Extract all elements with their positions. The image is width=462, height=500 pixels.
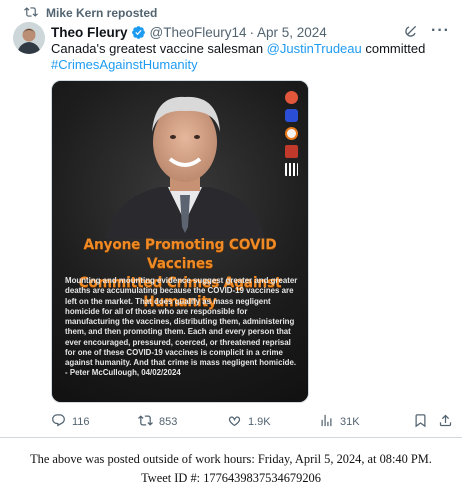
bookmark-icon: [413, 413, 428, 431]
tweet-text-part-1: Canada's greatest vaccine salesman: [51, 41, 267, 56]
media-side-icons: [285, 91, 298, 176]
author-handle[interactable]: @TheoFleury14: [150, 25, 247, 40]
tweet-media-image[interactable]: Anyone Promoting COVID Vaccines Committe…: [51, 80, 309, 403]
reply-button[interactable]: 116: [51, 413, 90, 431]
media-body-text: Mounting and mounting evidence suggest g…: [65, 276, 298, 378]
repost-icon: [24, 5, 38, 22]
logo-icon-1: [285, 91, 298, 104]
hashtag-link[interactable]: #CrimesAgainstHumanity: [51, 57, 198, 72]
verified-badge-icon: [131, 25, 146, 40]
mention-link[interactable]: @JustinTrudeau: [267, 41, 362, 56]
repost-count: 853: [159, 416, 178, 428]
separator-dot: ·: [249, 24, 255, 40]
tweet-text: Canada's greatest vaccine salesman @Just…: [51, 41, 431, 73]
author-avatar[interactable]: [13, 22, 45, 54]
grok-icon[interactable]: [403, 23, 419, 39]
logo-icon-3: [285, 127, 298, 140]
repost-label: Mike Kern reposted: [46, 6, 158, 20]
logo-icon-2: [285, 109, 298, 122]
repost-button[interactable]: 853: [138, 413, 177, 431]
header-actions: ···: [403, 23, 450, 39]
repost-action-icon: [138, 413, 153, 431]
tweet-date[interactable]: Apr 5, 2024: [257, 25, 327, 40]
logo-icon-4: [285, 145, 298, 158]
share-button[interactable]: [438, 413, 453, 431]
like-count: 1.9K: [248, 416, 271, 428]
reply-icon: [51, 413, 66, 431]
views-chart-icon: [319, 413, 334, 431]
tweet-actions: 116 853 1.9K 31K: [51, 412, 453, 432]
tweet-header: Theo Fleury @TheoFleury14 · Apr 5, 2024 …: [51, 23, 450, 41]
tweet-text-part-2: committed: [361, 41, 426, 56]
divider: [0, 437, 462, 438]
repost-indicator[interactable]: Mike Kern reposted: [24, 5, 157, 21]
author-name[interactable]: Theo Fleury: [51, 25, 128, 40]
bookmark-button[interactable]: [413, 413, 428, 431]
footer-line-2: Tweet ID #: 1776439837534679206: [141, 471, 321, 485]
reply-count: 116: [72, 416, 90, 428]
views-count: 31K: [340, 416, 360, 428]
footer-note: The above was posted outside of work hou…: [0, 450, 462, 488]
footer-line-1: The above was posted outside of work hou…: [30, 452, 432, 466]
media-headline-line-1: Anyone Promoting COVID Vaccines: [83, 237, 277, 272]
like-button[interactable]: 1.9K: [227, 413, 271, 431]
more-options-icon[interactable]: ···: [431, 23, 450, 39]
heart-icon: [227, 413, 242, 431]
views-button[interactable]: 31K: [319, 413, 360, 431]
share-icon: [438, 413, 453, 431]
qr-code-icon: [285, 163, 298, 176]
portrait-image: [105, 96, 265, 239]
